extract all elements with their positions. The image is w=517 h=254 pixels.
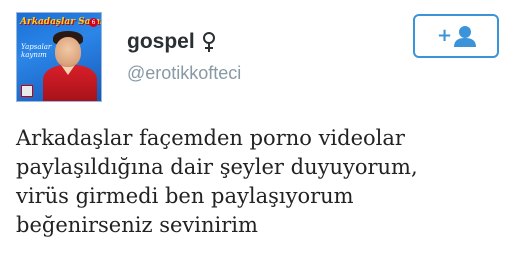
tweet-text: Arkadaşlar façemden porno videolar payla… <box>16 124 511 240</box>
add-user-icon <box>454 26 476 47</box>
user-handle[interactable]: @erotikkofteci <box>127 62 241 84</box>
avatar-cover-badge <box>21 85 33 97</box>
avatar-cover-number: 6 <box>89 18 98 27</box>
tweet-line: paylaşıldığına dair şeyler duyuyorum, <box>16 155 418 179</box>
tweet-line: virüs girmedi ben paylaşıyorum <box>16 184 354 208</box>
tweet-card: Arkadaşlar Samik 6 Yapsalar kaynım gospe… <box>0 0 517 254</box>
follow-button[interactable]: + <box>413 14 499 58</box>
avatar-face <box>55 37 81 67</box>
female-symbol-icon <box>203 32 215 52</box>
tweet-line: Arkadaşlar façemden porno videolar <box>16 126 405 150</box>
avatar[interactable]: Arkadaşlar Samik 6 Yapsalar kaynım <box>16 12 102 102</box>
plus-icon: + <box>437 25 453 46</box>
display-name[interactable]: gospel <box>127 30 195 54</box>
avatar-cover-subtitle: Yapsalar kaynım <box>21 43 52 59</box>
tweet-line: beğenirseniz sevinirim <box>16 213 258 237</box>
avatar-cover-title: Arkadaşlar Samik <box>20 17 102 27</box>
